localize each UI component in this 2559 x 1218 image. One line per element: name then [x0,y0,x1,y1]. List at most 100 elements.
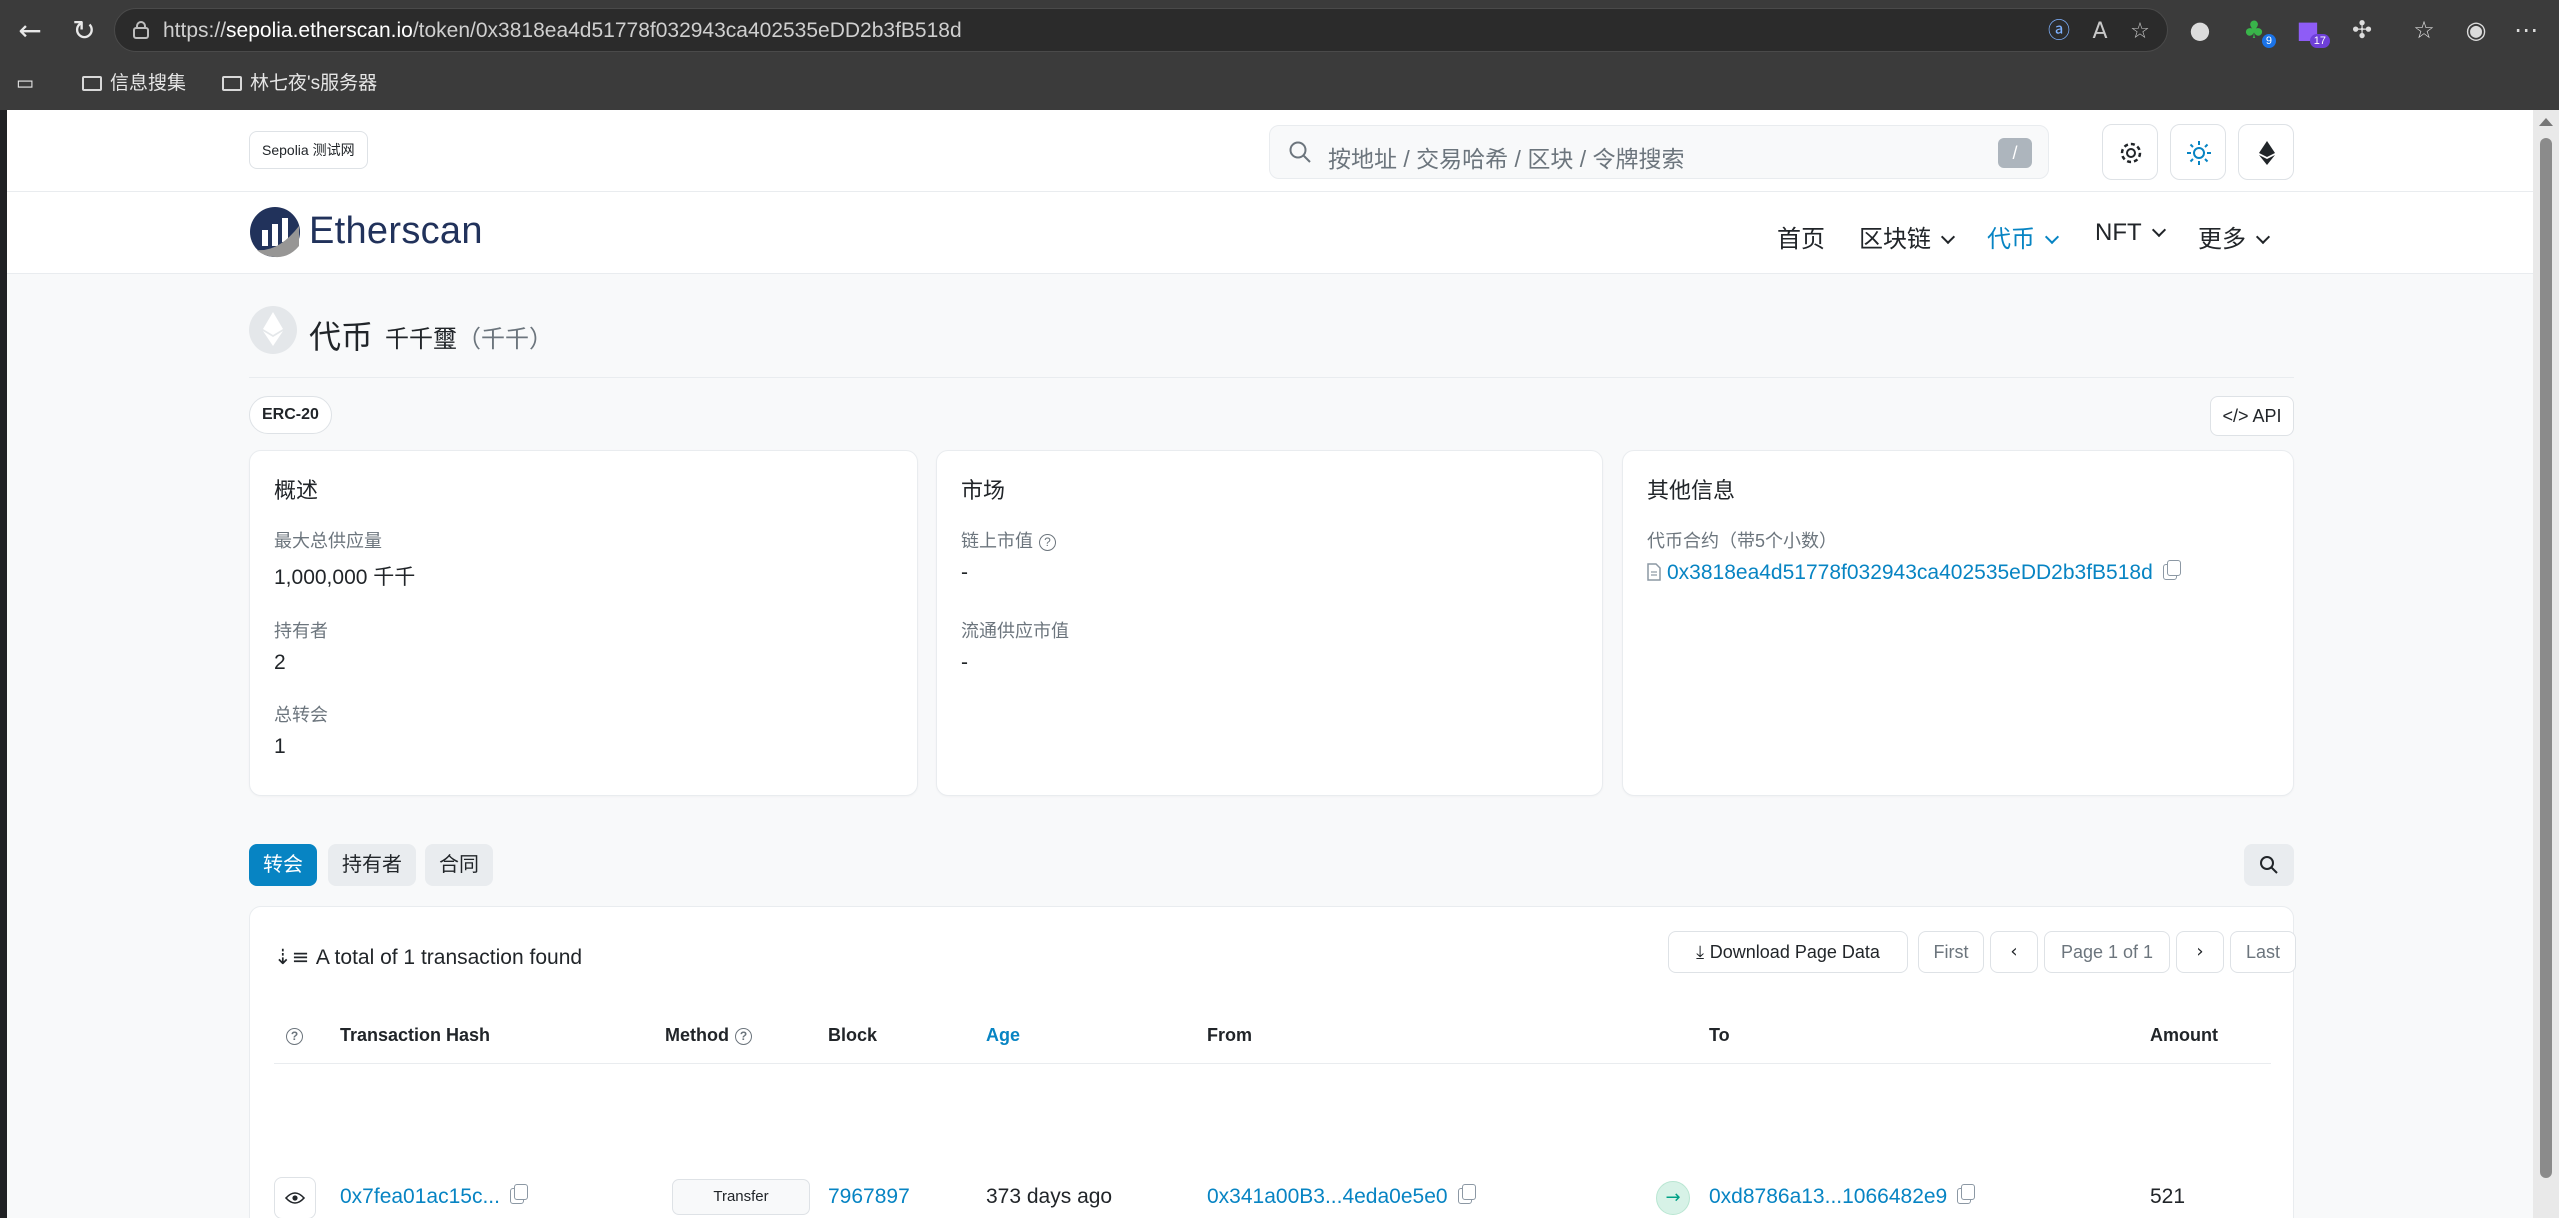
pager-last[interactable]: Last [2230,931,2296,973]
read-aloud-icon[interactable]: A [2087,19,2113,45]
download-label: Download Page Data [1709,942,1880,962]
col-transaction-hash: Transaction Hash [340,1025,491,1045]
help-column-header: ? [286,1025,303,1046]
translate-icon[interactable]: ⓐ [2046,19,2072,45]
copy-icon[interactable] [2162,560,2181,580]
circ-mcap-value: - [961,651,968,674]
copy-icon[interactable] [1457,1184,1476,1204]
tx-hash-link[interactable]: 0x7fea01ac15c... [340,1185,500,1208]
settings-button[interactable] [2102,124,2158,180]
pager-first[interactable]: First [1918,931,1984,973]
favorite-star-icon[interactable]: ☆ [2127,19,2153,45]
scroll-up-arrow-icon[interactable] [2539,118,2553,126]
more-menu-icon[interactable]: ⋯ [2510,14,2542,46]
row-age: 373 days ago [986,1185,1113,1208]
onchain-mcap-value: - [961,561,968,584]
copy-icon[interactable] [509,1184,528,1204]
address-bar[interactable]: https://sepolia.etherscan.io/token/0x381… [114,8,2168,52]
onchain-mcap-label: 链上市值? [961,527,1056,553]
extension-badge: 17 [2309,34,2330,48]
code-icon: </> [2222,406,2253,426]
circ-mcap-label: 流通供应市值 [961,621,1069,641]
card-title: 其他信息 [1647,478,1736,503]
bookmark-folder-2[interactable]: 林七夜's服务器 [222,70,377,98]
download-page-data-button[interactable]: ⤓ Download Page Data [1668,931,1908,973]
bookmark-folder-1[interactable]: 信息搜集 [82,70,186,98]
contract-address-link[interactable]: 0x3818ea4d51778f032943ca402535eDD2b3fB51… [1667,561,2153,584]
network-badge[interactable]: Sepolia 测试网 [249,131,368,169]
ethereum-icon [2259,141,2275,165]
page-scrollbar[interactable] [2533,110,2559,1218]
question-circle-icon[interactable]: ? [734,1028,752,1045]
max-supply-label: 最大总供应量 [274,531,382,551]
to-address-link[interactable]: 0xd8786a13...1066482e9 [1709,1185,1947,1208]
top-bar: Sepolia 测试网 按地址 / 交易哈希 / 区块 / 令牌搜索 / [7,110,2533,192]
nav-home[interactable]: 首页 [1777,219,1825,254]
extension-circle-icon[interactable]: ● [2184,14,2216,46]
row-tx-hash: 0x7fea01ac15c... [340,1184,528,1209]
folder-icon [82,76,102,91]
holders-value: 2 [274,651,286,674]
reading-list-icon[interactable]: ▭ [16,70,34,98]
favorites-icon[interactable]: ☆ [2408,14,2440,46]
pager-next-chevron-icon[interactable]: › [2176,931,2224,973]
transfer-arrow-icon: → [1656,1181,1690,1215]
col-method: Method? [665,1025,752,1046]
ethereum-icon [263,312,283,346]
transfers-label: 总转会 [274,705,328,725]
copy-icon[interactable] [1957,1184,1976,1204]
tab-contract[interactable]: 合同 [425,844,493,886]
transfers-value: 1 [274,735,286,758]
card-title: 市场 [961,478,1006,503]
col-from: From [1207,1025,1252,1045]
holders-label: 持有者 [274,621,328,641]
etherscan-logo-icon [250,207,300,258]
col-age[interactable]: Age [986,1025,1020,1046]
scrollbar-thumb[interactable] [2540,138,2552,1178]
nav-more[interactable]: 更多 [2198,219,2271,254]
card-title: 概述 [274,478,319,503]
sun-icon [2187,141,2211,165]
reload-icon[interactable]: ↻ [66,13,102,49]
extension-purple-icon[interactable]: ■ 17 [2292,14,2330,48]
main-nav: Etherscan 首页 区块链 代币 NFT 更多 [7,192,2533,274]
address-row: ← ↻ https://sepolia.etherscan.io/token/0… [0,0,2559,60]
max-supply-value: 1,000,000 千千 [274,566,416,589]
back-arrow-icon[interactable]: ← [12,13,48,49]
row-preview-button[interactable] [274,1177,316,1218]
file-icon [1647,563,1661,581]
token-header: 代币 千千璽（千千） [249,306,2294,378]
download-icon: ⤓ [1696,942,1710,963]
api-button[interactable]: </> API [2210,396,2294,436]
api-label: API [2252,406,2282,426]
tab-transfers[interactable]: 转会 [249,844,317,886]
nav-nft[interactable]: NFT [2095,219,2166,247]
pager-prev-chevron-icon[interactable]: ‹ [1990,931,2038,973]
browser-chrome: ← ↻ https://sepolia.etherscan.io/token/0… [0,0,2559,110]
gear-icon [2120,142,2142,164]
theme-toggle-button[interactable] [2170,124,2226,180]
search-filter-button[interactable] [2244,844,2294,886]
profile-avatar-icon[interactable]: ◉ [2460,14,2492,46]
contract-label: 代币合约（带5个小数） [1647,531,1838,551]
transactions-card: ⇣≡ A total of 1 transaction found ⤓ Down… [249,906,2296,1218]
extension-leaf-icon[interactable]: ♣ 9 [2238,14,2276,48]
question-circle-icon[interactable]: ? [286,1028,303,1045]
url-text: https://sepolia.etherscan.io/token/0x381… [163,19,962,42]
onchain-mcap-label-text: 链上市值 [961,531,1033,551]
search-icon [1289,141,1311,163]
row-block-link[interactable]: 7967897 [828,1185,910,1209]
search-input[interactable]: 按地址 / 交易哈希 / 区块 / 令牌搜索 / [1269,125,2049,179]
nav-tokens[interactable]: 代币 [1987,219,2060,254]
nav-blockchain[interactable]: 区块链 [1859,219,1956,254]
overview-card: 概述 最大总供应量 1,000,000 千千 持有者 2 总转会 1 [249,450,918,796]
search-shortcut-badge: / [1998,138,2032,168]
network-switch-button[interactable] [2238,124,2294,180]
tab-holders[interactable]: 持有者 [328,844,416,886]
from-address-link[interactable]: 0x341a00B3...4eda0e5e0 [1207,1185,1448,1208]
nav-label: 更多 [2198,226,2246,253]
extensions-puzzle-icon[interactable]: ✣ [2346,14,2378,46]
question-circle-icon[interactable]: ? [1039,534,1056,551]
logo-text: Etherscan [309,210,483,252]
chevron-down-icon [2255,229,2271,245]
